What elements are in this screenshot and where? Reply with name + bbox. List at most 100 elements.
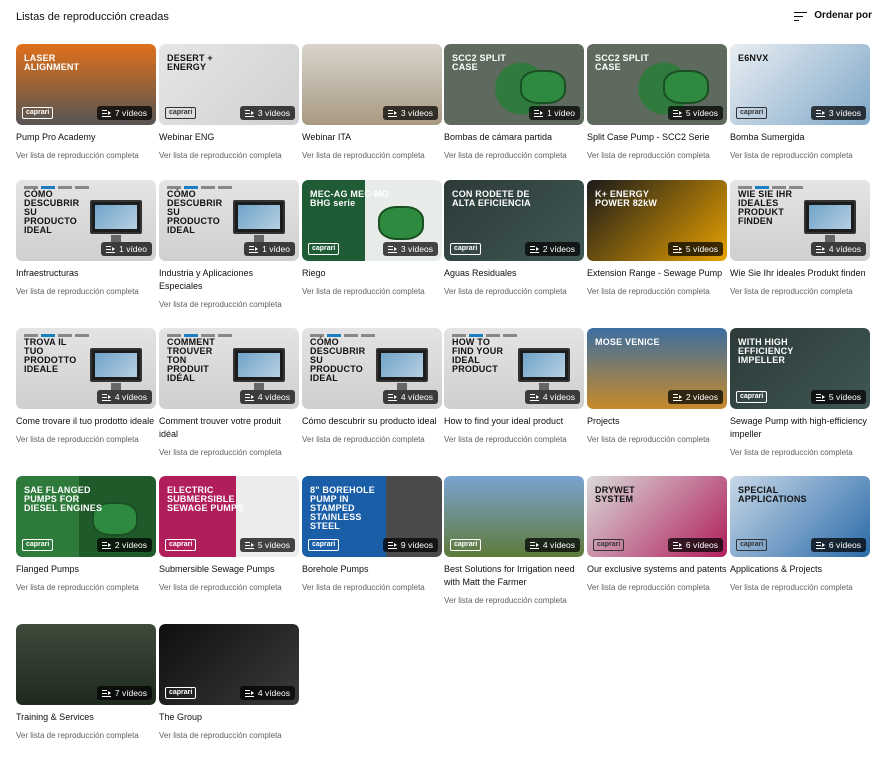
playlist-card[interactable]: MOSE VENICE 2 vídeos Projects Ver lista de … bbox=[587, 328, 727, 445]
playlist-title[interactable]: Webinar ITA bbox=[302, 131, 442, 144]
playlist-thumbnail[interactable]: CÓMO DESCUBRIR SU PRODUCTO IDEAL 1 vídeo bbox=[16, 180, 156, 261]
view-full-playlist-link[interactable]: Ver lista de reproducción completa bbox=[587, 434, 727, 445]
view-full-playlist-link[interactable]: Ver lista de reproducción completa bbox=[16, 730, 156, 741]
playlist-title[interactable]: Borehole Pumps bbox=[302, 563, 442, 576]
playlist-thumbnail[interactable]: CÓMO DESCUBRIR SU PRODUCTO IDEAL 1 vídeo bbox=[159, 180, 299, 261]
playlist-title[interactable]: Best Solutions for Irrigation need with … bbox=[444, 563, 584, 589]
view-full-playlist-link[interactable]: Ver lista de reproducción completa bbox=[159, 447, 299, 458]
view-full-playlist-link[interactable]: Ver lista de reproducción completa bbox=[444, 595, 584, 606]
playlist-title[interactable]: Cómo descubrir su producto ideal bbox=[302, 415, 442, 428]
playlist-card[interactable]: WITH HIGH EFFICIENCY IMPELLER caprari 5 ví… bbox=[730, 328, 870, 458]
view-full-playlist-link[interactable]: Ver lista de reproducción completa bbox=[159, 582, 299, 593]
playlist-title[interactable]: Sewage Pump with high-efficiency impelle… bbox=[730, 415, 870, 441]
playlist-title[interactable]: Projects bbox=[587, 415, 727, 428]
playlist-card[interactable]: SPECIAL APPLICATIONS caprari 6 vídeos Appli… bbox=[730, 476, 870, 593]
playlist-card[interactable]: DESERT + ENERGY caprari 3 vídeos Webinar EN… bbox=[159, 44, 299, 161]
playlist-title[interactable]: Extension Range - Sewage Pump bbox=[587, 267, 727, 280]
playlist-title[interactable]: Webinar ENG bbox=[159, 131, 299, 144]
playlist-card[interactable]: HOW TO FIND YOUR IDEAL PRODUCT 4 vídeos Ho… bbox=[444, 328, 584, 445]
playlist-thumbnail[interactable]: WIE SIE IHR IDEALES PRODUKT FINDEN 4 víde… bbox=[730, 180, 870, 261]
playlist-thumbnail[interactable]: WITH HIGH EFFICIENCY IMPELLER caprari 5 ví… bbox=[730, 328, 870, 409]
playlist-card[interactable]: MEC-AG MEC-MG BHG serie caprari 3 vídeos Ri… bbox=[302, 180, 442, 297]
playlist-thumbnail[interactable]: COMMENT TROUVER TON PRODUIT IDÉAL 4 vídeo… bbox=[159, 328, 299, 409]
view-full-playlist-link[interactable]: Ver lista de reproducción completa bbox=[159, 299, 299, 310]
playlist-card[interactable]: SCC2 SPLIT CASE 1 vídeo Bombas de cámara p… bbox=[444, 44, 584, 161]
playlist-thumbnail[interactable]: K+ ENERGY POWER 82kW 5 vídeos bbox=[587, 180, 727, 261]
playlist-card[interactable]: 8" BOREHOLE PUMP IN STAMPED STAINLESS ST… bbox=[302, 476, 442, 593]
playlist-title[interactable]: Wie Sie Ihr ideales Produkt finden bbox=[730, 267, 870, 280]
playlist-thumbnail[interactable]: LASER ALIGNMENT caprari 7 vídeos bbox=[16, 44, 156, 125]
playlist-thumbnail[interactable]: SPECIAL APPLICATIONS caprari 6 vídeos bbox=[730, 476, 870, 557]
view-full-playlist-link[interactable]: Ver lista de reproducción completa bbox=[159, 730, 299, 741]
view-full-playlist-link[interactable]: Ver lista de reproducción completa bbox=[16, 582, 156, 593]
playlist-thumbnail[interactable]: E6NVX caprari 3 vídeos bbox=[730, 44, 870, 125]
playlist-title[interactable]: Come trovare il tuo prodotto ideale bbox=[16, 415, 156, 428]
view-full-playlist-link[interactable]: Ver lista de reproducción completa bbox=[444, 434, 584, 445]
playlist-thumbnail[interactable]: 7 vídeos bbox=[16, 624, 156, 705]
view-full-playlist-link[interactable]: Ver lista de reproducción completa bbox=[444, 150, 584, 161]
playlist-thumbnail[interactable]: 3 vídeos bbox=[302, 44, 442, 125]
playlist-thumbnail[interactable]: SCC2 SPLIT CASE 5 vídeos bbox=[587, 44, 727, 125]
playlist-card[interactable]: DRYWET SYSTEM caprari 6 vídeos Our exclusiv… bbox=[587, 476, 727, 593]
playlist-title[interactable]: Our exclusive systems and patents bbox=[587, 563, 727, 576]
playlist-title[interactable]: The Group bbox=[159, 711, 299, 724]
view-full-playlist-link[interactable]: Ver lista de reproducción completa bbox=[16, 286, 156, 297]
playlist-card[interactable]: COMMENT TROUVER TON PRODUIT IDÉAL 4 vídeo… bbox=[159, 328, 299, 458]
playlist-thumbnail[interactable]: DRYWET SYSTEM caprari 6 vídeos bbox=[587, 476, 727, 557]
view-full-playlist-link[interactable]: Ver lista de reproducción completa bbox=[730, 150, 870, 161]
view-full-playlist-link[interactable]: Ver lista de reproducción completa bbox=[302, 150, 442, 161]
view-full-playlist-link[interactable]: Ver lista de reproducción completa bbox=[730, 286, 870, 297]
playlist-card[interactable]: 7 vídeos Training & Services Ver lista de … bbox=[16, 624, 156, 741]
playlist-title[interactable]: Submersible Sewage Pumps bbox=[159, 563, 299, 576]
playlist-thumbnail[interactable]: SAE FLANGED PUMPS FOR DIESEL ENGINES capr… bbox=[16, 476, 156, 557]
playlist-thumbnail[interactable]: DESERT + ENERGY caprari 3 vídeos bbox=[159, 44, 299, 125]
playlist-title[interactable]: Riego bbox=[302, 267, 442, 280]
playlist-title[interactable]: Industria y Aplicaciones Especiales bbox=[159, 267, 299, 293]
view-full-playlist-link[interactable]: Ver lista de reproducción completa bbox=[444, 286, 584, 297]
view-full-playlist-link[interactable]: Ver lista de reproducción completa bbox=[302, 434, 442, 445]
playlist-thumbnail[interactable]: TROVA IL TUO PRODOTTO IDEALE 4 vídeos bbox=[16, 328, 156, 409]
playlist-title[interactable]: Training & Services bbox=[16, 711, 156, 724]
playlist-card[interactable]: 3 vídeos Webinar ITA Ver lista de reproduc… bbox=[302, 44, 442, 161]
playlist-card[interactable]: K+ ENERGY POWER 82kW 5 vídeos Extension Ra… bbox=[587, 180, 727, 297]
playlist-thumbnail[interactable]: caprari 4 vídeos bbox=[444, 476, 584, 557]
view-full-playlist-link[interactable]: Ver lista de reproducción completa bbox=[16, 150, 156, 161]
playlist-title[interactable]: Bomba Sumergida bbox=[730, 131, 870, 144]
playlist-card[interactable]: E6NVX caprari 3 vídeos Bomba Sumergida Ver l… bbox=[730, 44, 870, 161]
playlist-thumbnail[interactable]: MEC-AG MEC-MG BHG serie caprari 3 vídeos bbox=[302, 180, 442, 261]
playlist-card[interactable]: ELECTRIC SUBMERSIBLE SEWAGE PUMPS caprari… bbox=[159, 476, 299, 593]
playlist-card[interactable]: caprari 4 vídeos Best Solutions for Irriga… bbox=[444, 476, 584, 606]
sort-button[interactable]: Ordenar por bbox=[794, 9, 872, 23]
playlist-thumbnail[interactable]: 8" BOREHOLE PUMP IN STAMPED STAINLESS ST… bbox=[302, 476, 442, 557]
playlist-card[interactable]: SAE FLANGED PUMPS FOR DIESEL ENGINES capr… bbox=[16, 476, 156, 593]
playlist-thumbnail[interactable]: SCC2 SPLIT CASE 1 vídeo bbox=[444, 44, 584, 125]
playlist-card[interactable]: TROVA IL TUO PRODOTTO IDEALE 4 vídeos Come… bbox=[16, 328, 156, 445]
playlist-card[interactable]: LASER ALIGNMENT caprari 7 vídeos Pump Pro A… bbox=[16, 44, 156, 161]
playlist-title[interactable]: Pump Pro Academy bbox=[16, 131, 156, 144]
view-full-playlist-link[interactable]: Ver lista de reproducción completa bbox=[302, 582, 442, 593]
playlist-card[interactable]: CÓMO DESCUBRIR SU PRODUCTO IDEAL 1 vídeo I… bbox=[16, 180, 156, 297]
playlist-thumbnail[interactable]: CÓMO DESCUBRIR SU PRODUCTO IDEAL 4 vídeos bbox=[302, 328, 442, 409]
view-full-playlist-link[interactable]: Ver lista de reproducción completa bbox=[587, 582, 727, 593]
view-full-playlist-link[interactable]: Ver lista de reproducción completa bbox=[587, 150, 727, 161]
view-full-playlist-link[interactable]: Ver lista de reproducción completa bbox=[302, 286, 442, 297]
playlist-card[interactable]: caprari 4 vídeos The Group Ver lista de rep… bbox=[159, 624, 299, 741]
playlist-thumbnail[interactable]: HOW TO FIND YOUR IDEAL PRODUCT 4 vídeos bbox=[444, 328, 584, 409]
view-full-playlist-link[interactable]: Ver lista de reproducción completa bbox=[730, 582, 870, 593]
view-full-playlist-link[interactable]: Ver lista de reproducción completa bbox=[16, 434, 156, 445]
playlist-thumbnail[interactable]: caprari 4 vídeos bbox=[159, 624, 299, 705]
playlist-title[interactable]: Split Case Pump - SCC2 Serie bbox=[587, 131, 727, 144]
playlist-title[interactable]: Applications & Projects bbox=[730, 563, 870, 576]
view-full-playlist-link[interactable]: Ver lista de reproducción completa bbox=[159, 150, 299, 161]
playlist-card[interactable]: CON RODETE DE ALTA EFICIENCIA caprari 2 ví… bbox=[444, 180, 584, 297]
view-full-playlist-link[interactable]: Ver lista de reproducción completa bbox=[587, 286, 727, 297]
playlist-title[interactable]: Comment trouver votre produit idéal bbox=[159, 415, 299, 441]
playlist-thumbnail[interactable]: MOSE VENICE 2 vídeos bbox=[587, 328, 727, 409]
playlist-title[interactable]: Aguas Residuales bbox=[444, 267, 584, 280]
playlist-card[interactable]: CÓMO DESCUBRIR SU PRODUCTO IDEAL 4 vídeos… bbox=[302, 328, 442, 445]
playlist-thumbnail[interactable]: ELECTRIC SUBMERSIBLE SEWAGE PUMPS caprari… bbox=[159, 476, 299, 557]
playlist-thumbnail[interactable]: CON RODETE DE ALTA EFICIENCIA caprari 2 ví… bbox=[444, 180, 584, 261]
playlist-title[interactable]: Bombas de cámara partida bbox=[444, 131, 584, 144]
playlist-card[interactable]: SCC2 SPLIT CASE 5 vídeos Split Case Pump -… bbox=[587, 44, 727, 161]
view-full-playlist-link[interactable]: Ver lista de reproducción completa bbox=[730, 447, 870, 458]
